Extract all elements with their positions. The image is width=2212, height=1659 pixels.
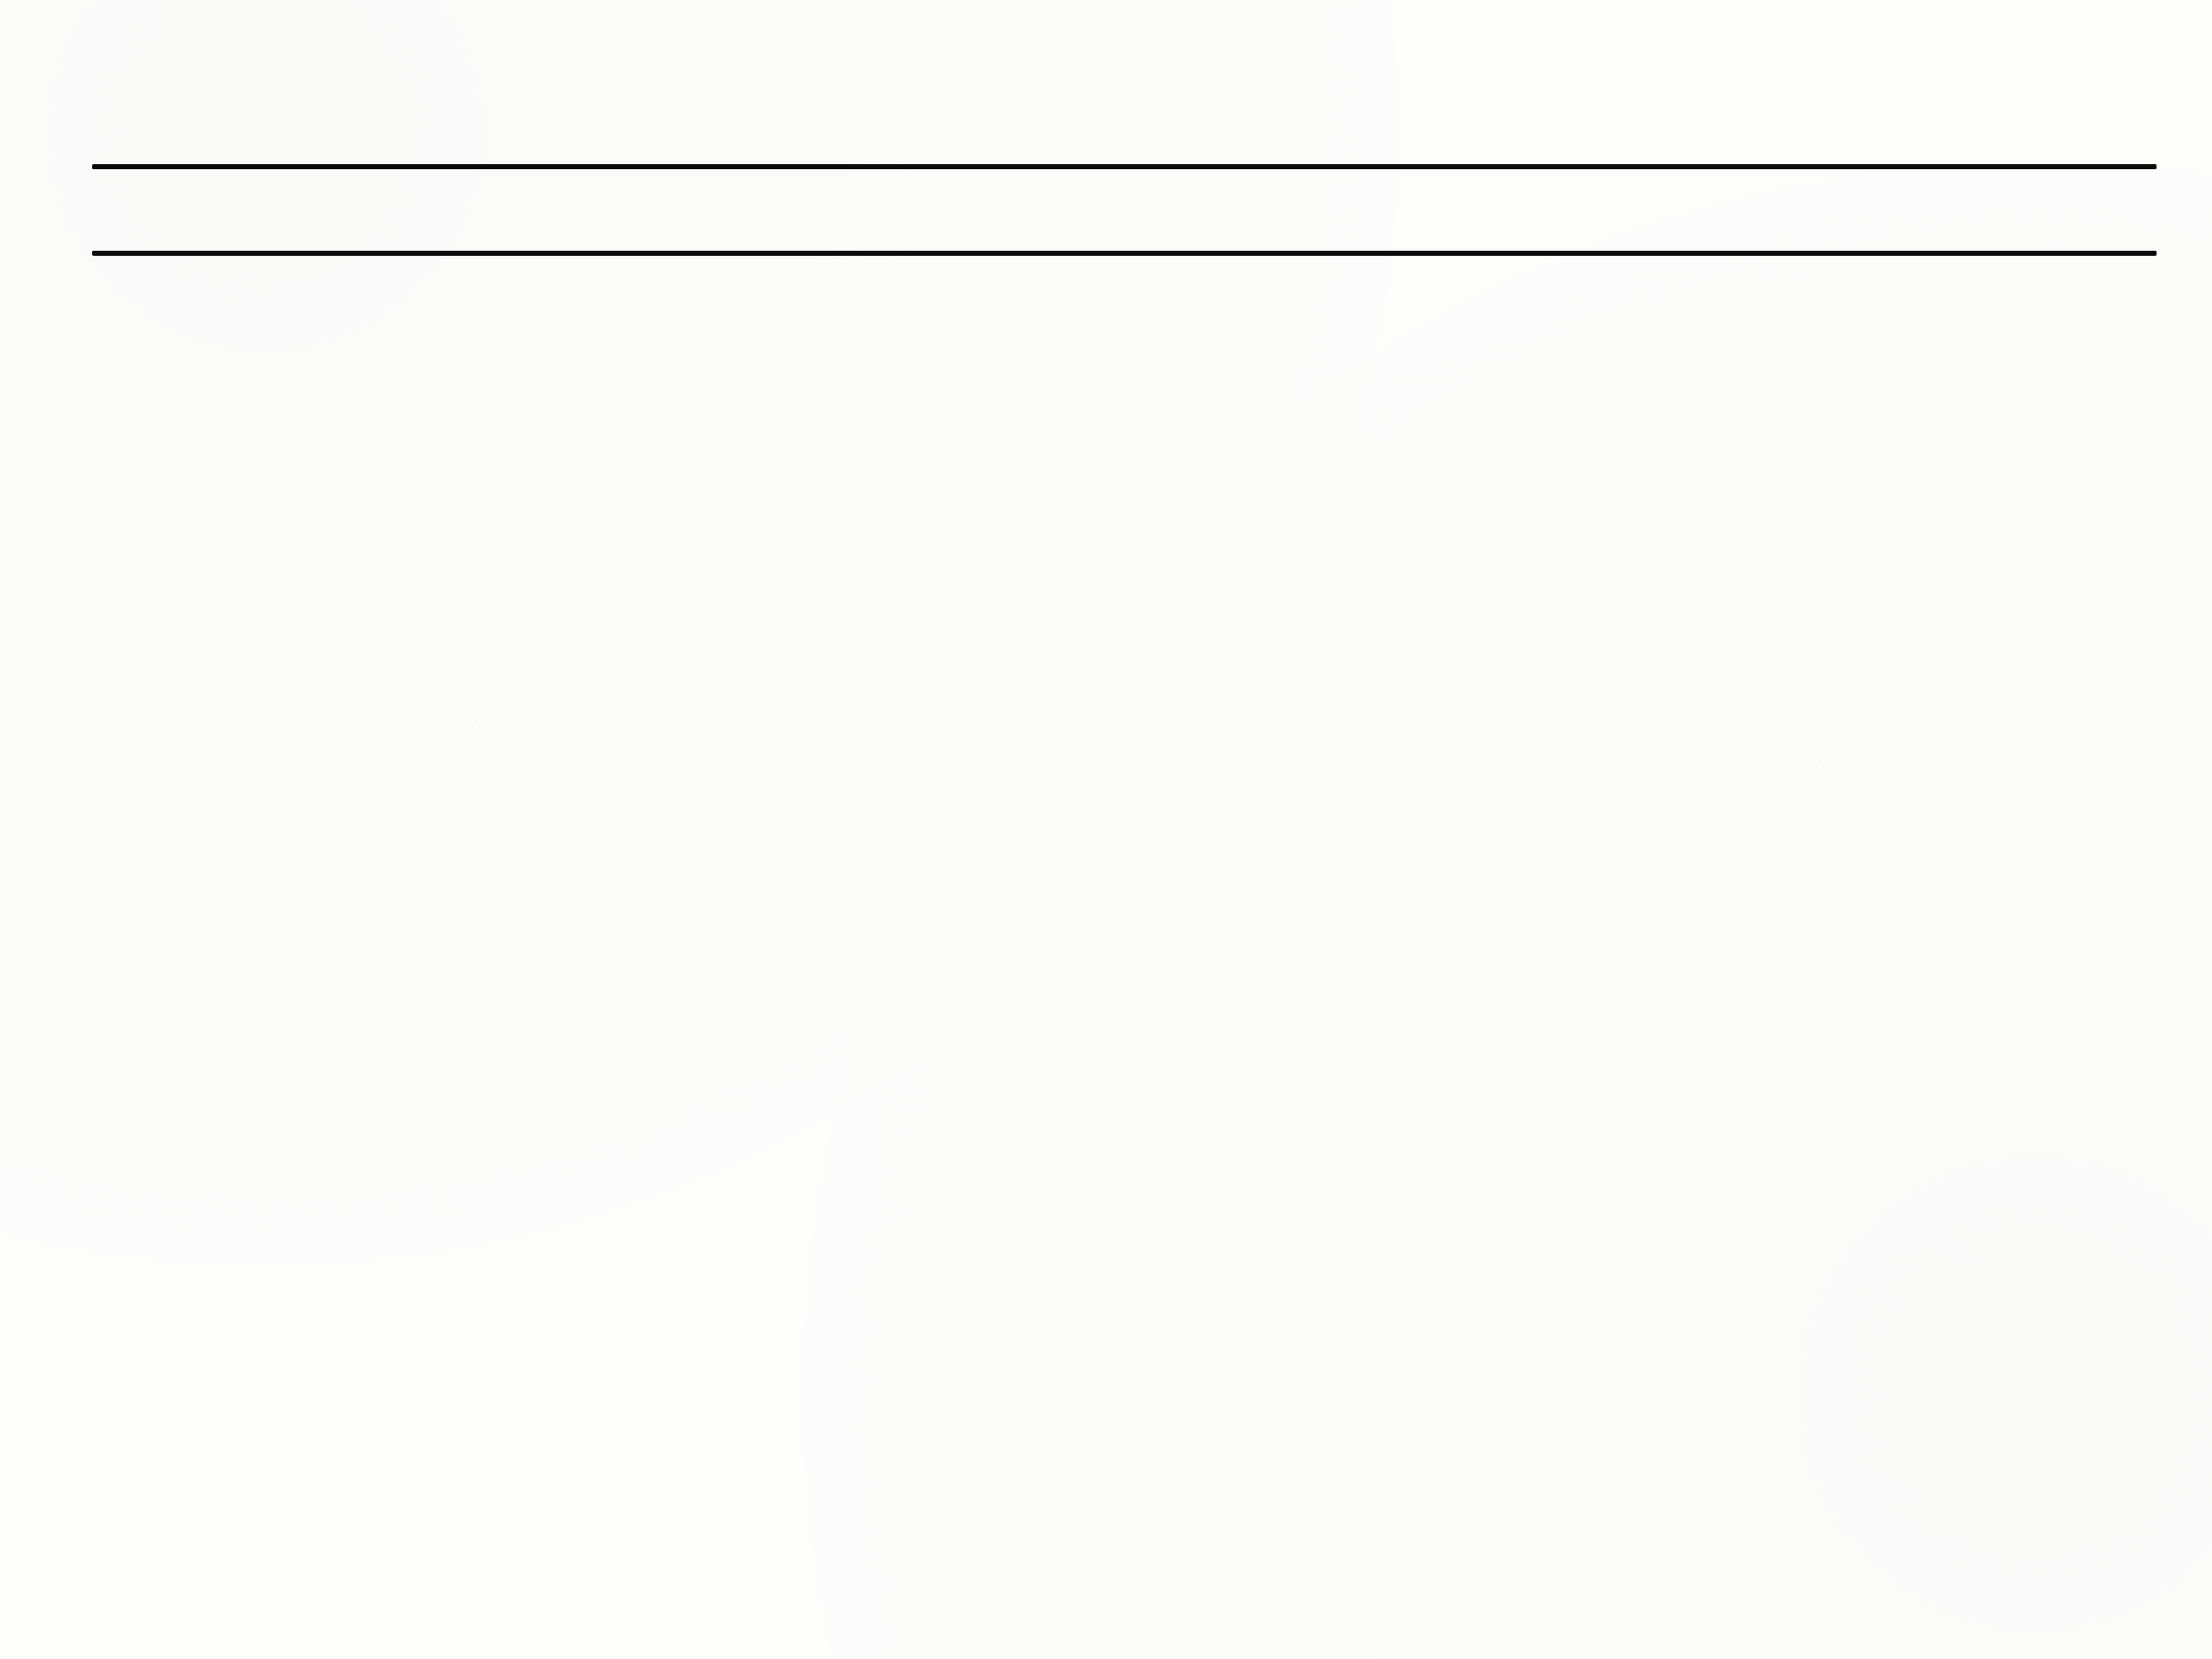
- scanned-document-page: [0, 0, 2212, 1659]
- table-column-header-row: [92, 196, 2157, 252]
- header-rule-bottom: [92, 251, 2157, 256]
- header-rule-top: [92, 164, 2157, 169]
